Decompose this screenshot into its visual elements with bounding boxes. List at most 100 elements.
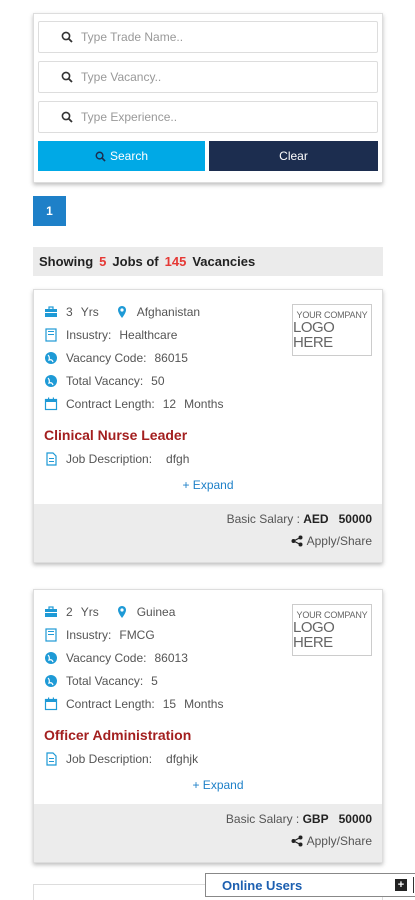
- apply-share-button[interactable]: Apply/Share: [44, 534, 372, 548]
- showing-label: Showing: [39, 254, 94, 269]
- document-icon: [44, 751, 58, 766]
- total-vacancy-label: Total Vacancy:: [66, 673, 144, 688]
- total-vacancy: 50: [151, 373, 165, 388]
- vacancy-field[interactable]: [38, 61, 378, 93]
- divider: [413, 877, 414, 893]
- years-label: Yrs: [80, 304, 99, 319]
- salary-amount: 50000: [338, 812, 372, 826]
- job-country: Afghanistan: [136, 304, 201, 319]
- online-users-widget[interactable]: Online Users +: [205, 873, 415, 897]
- salary-row: Basic Salary : GBP 50000: [44, 812, 372, 826]
- globe-icon: [44, 674, 58, 688]
- globe-icon: [44, 374, 58, 388]
- contract-length-label: Contract Length:: [66, 396, 155, 411]
- location-pin-icon: [115, 605, 129, 619]
- building-icon: [44, 327, 58, 342]
- total-vacancy: 5: [151, 673, 158, 688]
- trade-name-field[interactable]: [38, 21, 378, 53]
- apply-share-button[interactable]: Apply/Share: [44, 834, 372, 848]
- plus-icon[interactable]: +: [395, 879, 407, 891]
- salary-currency: AED: [303, 512, 329, 526]
- contract-length-label: Contract Length:: [66, 696, 155, 711]
- contract-months: 15: [162, 696, 177, 711]
- job-footer: Basic Salary : AED 50000 Apply/Share: [34, 504, 382, 562]
- company-logo: YOUR COMPANY LOGO HERE: [292, 604, 372, 656]
- vacancy-code-label: Vacancy Code:: [66, 350, 147, 365]
- salary-currency: GBP: [302, 812, 329, 826]
- search-icon: [61, 31, 73, 43]
- experience-input[interactable]: [81, 110, 331, 124]
- industry-label: Insustry:: [66, 627, 112, 642]
- share-icon: [291, 835, 303, 847]
- job-title[interactable]: Officer Administration: [44, 727, 372, 747]
- job-description-row: Job Description: dfghjk: [44, 747, 372, 770]
- search-icon: [61, 111, 73, 123]
- expand-link[interactable]: + Expand: [44, 478, 372, 492]
- search-panel: Search Clear: [33, 13, 383, 183]
- page-1-button[interactable]: 1: [33, 196, 66, 226]
- briefcase-icon: [44, 305, 58, 319]
- job-description-label: Job Description:: [66, 751, 153, 766]
- job-industry: Healthcare: [119, 327, 178, 342]
- job-country: Guinea: [136, 604, 176, 619]
- job-industry: FMCG: [119, 627, 155, 642]
- globe-icon: [44, 651, 58, 665]
- months-label: Months: [184, 696, 224, 711]
- job-description: dfgh: [166, 451, 190, 466]
- experience-years: 2: [66, 604, 73, 619]
- industry-label: Insustry:: [66, 327, 112, 342]
- location-pin-icon: [115, 305, 129, 319]
- globe-icon: [44, 351, 58, 365]
- job-card: 3 Yrs Afghanistan Insustry: Healthcare V…: [33, 289, 383, 563]
- company-logo: YOUR COMPANY LOGO HERE: [292, 304, 372, 356]
- vacancy-code-label: Vacancy Code:: [66, 650, 147, 665]
- job-description-label: Job Description:: [66, 451, 153, 466]
- trade-name-input[interactable]: [81, 30, 331, 44]
- expand-link[interactable]: + Expand: [44, 778, 372, 792]
- total-vacancy-row: Total Vacancy: 50: [44, 369, 372, 392]
- experience-years: 3: [66, 304, 73, 319]
- clear-button[interactable]: Clear: [209, 141, 378, 171]
- vacancy-code: 86015: [154, 350, 188, 365]
- share-icon: [291, 535, 303, 547]
- document-icon: [44, 451, 58, 466]
- vacancy-input[interactable]: [81, 70, 331, 84]
- salary-amount: 50000: [338, 512, 372, 526]
- vacancies-count: 145: [164, 254, 187, 269]
- job-description: dfghjk: [166, 751, 199, 766]
- search-button[interactable]: Search: [38, 141, 205, 171]
- job-footer: Basic Salary : GBP 50000 Apply/Share: [34, 804, 382, 862]
- total-vacancy-label: Total Vacancy:: [66, 373, 144, 388]
- contract-months: 12: [162, 396, 177, 411]
- calendar-icon: [44, 397, 58, 411]
- vacancy-code: 86013: [154, 650, 188, 665]
- briefcase-icon: [44, 605, 58, 619]
- search-button-label: Search: [109, 149, 149, 163]
- total-vacancy-row: Total Vacancy: 5: [44, 669, 372, 692]
- jobs-of-label: Jobs of: [112, 254, 159, 269]
- logo-line-2: LOGO HERE: [293, 318, 335, 351]
- basic-salary-label: Basic Salary :: [225, 812, 300, 826]
- months-label: Months: [184, 396, 224, 411]
- search-actions: Search Clear: [38, 141, 378, 171]
- years-label: Yrs: [80, 604, 99, 619]
- jobs-count: 5: [99, 254, 107, 269]
- basic-salary-label: Basic Salary :: [226, 512, 300, 526]
- online-users-label: Online Users: [222, 877, 303, 893]
- contract-length-row: Contract Length: 15 Months: [44, 692, 372, 715]
- job-title[interactable]: Clinical Nurse Leader: [44, 427, 372, 447]
- building-icon: [44, 627, 58, 642]
- results-summary: Showing 5 Jobs of 145 Vacancies: [33, 247, 383, 276]
- salary-row: Basic Salary : AED 50000: [44, 512, 372, 526]
- vacancies-label: Vacancies: [192, 254, 256, 269]
- job-description-row: Job Description: dfgh: [44, 447, 372, 470]
- apply-share-label: Apply/Share: [306, 534, 372, 548]
- job-card: 2 Yrs Guinea Insustry: FMCG Vacancy Code…: [33, 589, 383, 863]
- contract-length-row: Contract Length: 12 Months: [44, 392, 372, 415]
- apply-share-label: Apply/Share: [306, 834, 372, 848]
- search-icon: [95, 151, 106, 162]
- search-icon: [61, 71, 73, 83]
- experience-field[interactable]: [38, 101, 378, 133]
- calendar-icon: [44, 697, 58, 711]
- logo-line-2: LOGO HERE: [293, 618, 335, 651]
